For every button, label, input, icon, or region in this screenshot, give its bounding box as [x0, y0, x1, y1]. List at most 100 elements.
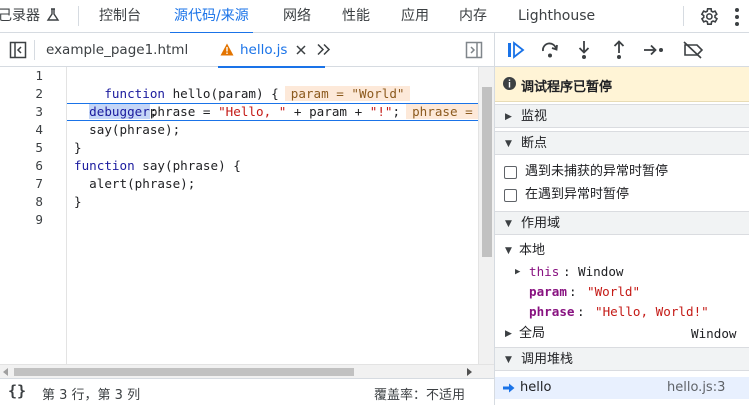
pause-caught-checkbox[interactable]: [504, 189, 517, 202]
call-frame-name: hello: [520, 380, 552, 395]
editor-tab-bar: example_page1.html hello.js: [0, 33, 494, 68]
more-tabs-chevron-icon[interactable]: [316, 43, 332, 56]
scrollbar-thumb[interactable]: [14, 368, 354, 376]
global-scope-value: Window: [691, 326, 737, 341]
scope-global[interactable]: ▶ 全局 Window: [495, 324, 749, 344]
param-value: "World": [587, 284, 641, 299]
expanded-triangle-icon: ▼: [505, 219, 512, 229]
expanded-triangle-icon: ▼: [505, 139, 512, 149]
close-tab-icon[interactable]: [296, 45, 306, 55]
debugger-sidebar: 调试程序已暂停 ▶ 监视 ▼ 断点 遇到未捕获的异常时暂停 在遇到异常时暂停 ▼…: [494, 67, 749, 405]
breakpoints-label: 断点: [521, 136, 548, 151]
expanded-triangle-icon: ▼: [505, 355, 512, 365]
line-number[interactable]: 5: [13, 139, 43, 157]
scroll-left-icon[interactable]: [3, 368, 9, 376]
tab-recorder[interactable]: 己录器: [0, 0, 60, 33]
code-line-5: }: [74, 139, 82, 157]
collapsed-triangle-icon: ▶: [505, 329, 512, 339]
pause-caught-option[interactable]: 在遇到异常时暂停: [495, 185, 749, 205]
code-text: function say(phrase) {: [74, 158, 241, 173]
scope-this-row[interactable]: ▶ this : Window: [495, 262, 749, 282]
line-number[interactable]: 3: [13, 103, 43, 121]
debugger-toolbar: [494, 33, 749, 67]
scrollbar-thumb[interactable]: [482, 87, 492, 257]
step-over-icon[interactable]: [541, 41, 559, 59]
toolbar-divider: [683, 6, 684, 26]
local-scope-label: 本地: [519, 243, 546, 258]
tab-performance[interactable]: 性能: [342, 0, 370, 33]
devtools-panel-tabs: 己录器 控制台 源代码/来源 网络 性能 应用 内存 Lighthouse: [0, 0, 749, 34]
code-text: say(phrase);: [74, 122, 181, 137]
line-number[interactable]: 8: [13, 193, 43, 211]
code-line-3: debugger;: [74, 103, 157, 121]
pause-uncaught-checkbox[interactable]: [504, 166, 517, 179]
code-line-4: say(phrase);: [74, 121, 180, 139]
this-name: this: [529, 264, 560, 279]
scope-phrase-row[interactable]: phrase : "Hello, World!": [495, 302, 749, 322]
tab-divider: [78, 6, 79, 26]
tab-network[interactable]: 网络: [283, 0, 311, 33]
file-tab-hello-js[interactable]: hello.js: [217, 33, 327, 68]
param-name: param: [529, 284, 567, 299]
code-line-8: }: [74, 193, 82, 211]
paused-message: 调试程序已暂停: [521, 80, 613, 95]
tab-lighthouse[interactable]: Lighthouse: [518, 0, 595, 33]
tab-sources[interactable]: 源代码/来源: [170, 0, 253, 34]
line-number[interactable]: 7: [13, 175, 43, 193]
code-text: debugger;: [89, 104, 158, 119]
tab-console[interactable]: 控制台: [99, 0, 141, 33]
this-value: Window: [578, 264, 624, 279]
line-number[interactable]: 9: [13, 211, 43, 229]
deactivate-breakpoints-icon[interactable]: [682, 41, 704, 59]
scope-label: 作用域: [521, 216, 561, 231]
resume-icon[interactable]: [507, 41, 525, 59]
editor-bar-divider: [34, 40, 35, 60]
file-tab-example-page[interactable]: example_page1.html: [46, 33, 188, 67]
collapsed-triangle-icon: ▶: [515, 267, 521, 277]
line-number[interactable]: 1: [13, 67, 43, 85]
watch-label: 监视: [521, 109, 548, 124]
call-frame-location[interactable]: hello.js:3: [667, 377, 725, 399]
code-editor[interactable]: function hello(param) {param = "World" l…: [67, 67, 478, 364]
pause-uncaught-option[interactable]: 遇到未捕获的异常时暂停: [495, 162, 749, 182]
step-into-icon[interactable]: [576, 40, 592, 60]
scope-local[interactable]: ▼ 本地: [495, 241, 749, 261]
tab-memory[interactable]: 内存: [459, 0, 487, 33]
line-number-gutter[interactable]: 1 2 3 4 5 6 7 8 9: [0, 67, 67, 364]
warning-icon: [220, 43, 234, 56]
recorder-flask-icon: [47, 8, 60, 21]
step-icon[interactable]: [643, 42, 665, 58]
coverage-status[interactable]: 覆盖率：不适用: [374, 384, 465, 403]
paused-banner: 调试程序已暂停: [495, 67, 749, 102]
toggle-navigator-icon[interactable]: [9, 41, 27, 59]
editor-status-bar: {} 第 3 行，第 3 列 覆盖率：不适用: [0, 378, 494, 405]
pause-uncaught-label: 遇到未捕获的异常时暂停: [525, 164, 669, 179]
line-number[interactable]: 2: [13, 85, 43, 103]
tab-application[interactable]: 应用: [401, 0, 429, 33]
pause-caught-label: 在遇到异常时暂停: [525, 187, 630, 202]
breakpoints-section-header[interactable]: ▼ 断点: [495, 131, 749, 155]
expanded-triangle-icon: ▼: [505, 246, 512, 256]
phrase-value: "Hello, World!": [595, 304, 709, 319]
more-options-icon[interactable]: [734, 7, 740, 27]
line-number[interactable]: 6: [13, 157, 43, 175]
scope-param-row[interactable]: param : "World": [495, 282, 749, 302]
line-number[interactable]: 4: [13, 121, 43, 139]
watch-section-header[interactable]: ▶ 监视: [495, 104, 749, 128]
info-icon: [503, 77, 516, 90]
editor-vertical-scrollbar[interactable]: [478, 67, 494, 364]
call-stack-section-header[interactable]: ▼ 调用堆栈: [495, 347, 749, 371]
cursor-position: 第 3 行，第 3 列: [42, 388, 141, 403]
settings-gear-icon[interactable]: [698, 6, 719, 27]
toggle-debugger-sidebar-icon[interactable]: [465, 41, 483, 59]
collapsed-triangle-icon: ▶: [505, 112, 512, 122]
step-out-icon[interactable]: [611, 40, 627, 60]
call-frame-hello[interactable]: hello hello.js:3: [495, 377, 749, 399]
scroll-right-icon[interactable]: [466, 368, 472, 376]
phrase-name: phrase: [529, 304, 575, 319]
inline-value-phrase: phrase =: [406, 104, 478, 119]
scope-section-header[interactable]: ▼ 作用域: [495, 211, 749, 235]
editor-horizontal-scrollbar[interactable]: [0, 364, 494, 378]
code-text: }: [74, 194, 82, 209]
pretty-print-braces-icon[interactable]: {}: [8, 382, 26, 400]
